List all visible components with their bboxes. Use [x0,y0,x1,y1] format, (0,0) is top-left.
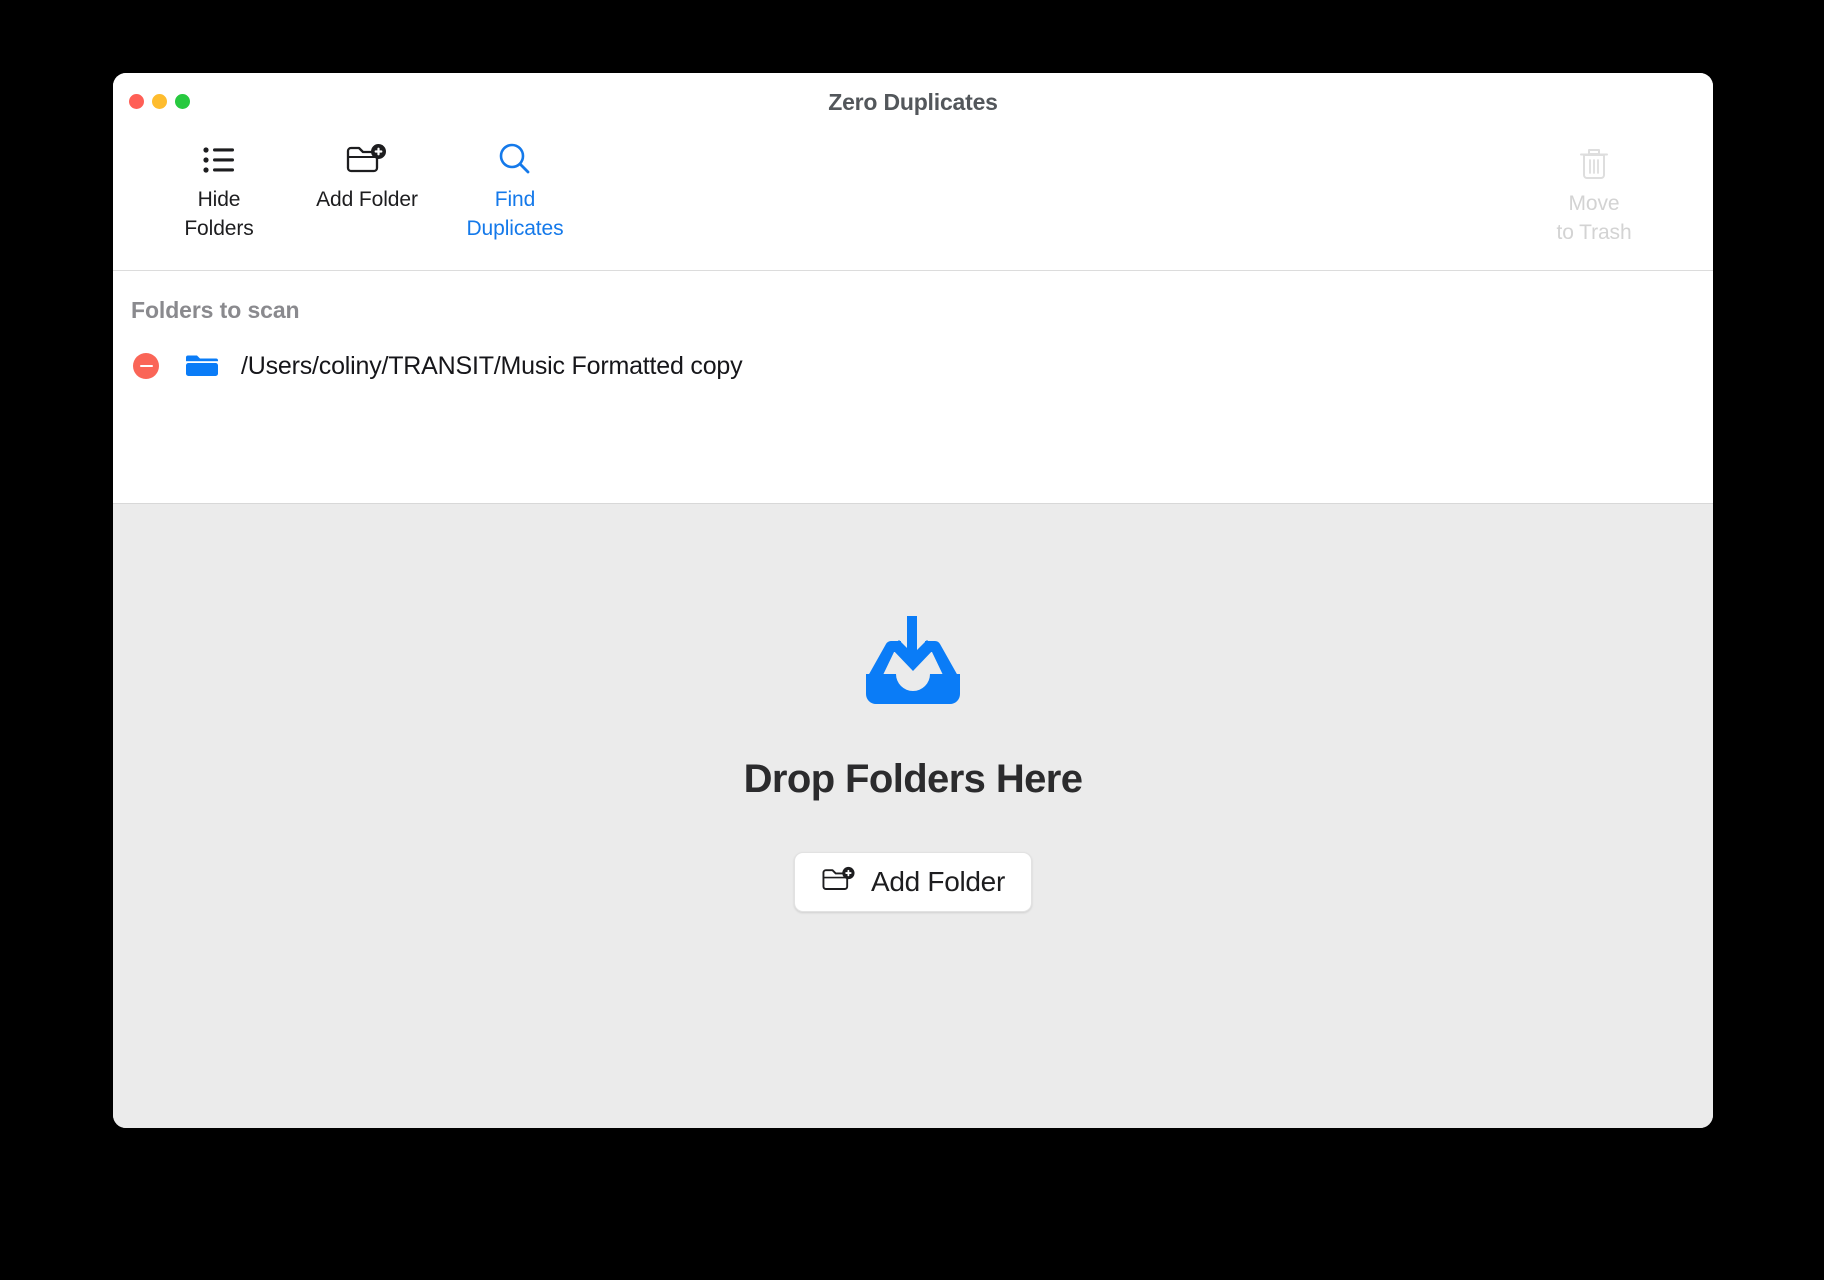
folder-path-label: /Users/coliny/TRANSIT/Music Formatted co… [241,351,743,380]
toolbar-item-add-folder[interactable]: Add Folder [293,135,441,212]
folders-to-scan-heading: Folders to scan [131,297,300,323]
app-window: Zero Duplicates Hide Folders Add Folder … [113,73,1713,1128]
drop-zone-title: Drop Folders Here [743,757,1083,801]
add-folder-button[interactable]: Add Folder [794,852,1032,912]
toolbar-label-find-duplicates-line1: Find [494,188,536,211]
toolbar-label-hide-folders-line2: Folders [184,217,254,240]
folder-icon [185,352,219,380]
toolbar-item-move-to-trash[interactable]: Move to Trash [1519,141,1669,245]
folders-to-scan-panel: Folders to scan /Users/coliny/TRANSIT/Mu… [113,271,1713,394]
folder-plus-icon [821,865,857,900]
trash-icon [1576,141,1612,187]
magnifier-icon [495,137,535,183]
tray-download-icon [858,604,968,719]
add-folder-button-label: Add Folder [871,866,1005,897]
page-title: Zero Duplicates [828,89,998,115]
toolbar-label-move-to-trash-line1: Move [1568,192,1620,215]
remove-folder-button[interactable] [133,353,159,379]
toolbar-label-add-folder-line1: Add Folder [316,188,418,211]
folder-plus-icon [345,137,389,183]
minus-icon [139,364,153,368]
toolbar-item-hide-folders[interactable]: Hide Folders [145,135,293,241]
title-bar: Zero Duplicates [113,73,1713,135]
toolbar-label-find-duplicates-line2: Duplicates [466,217,564,240]
toolbar-label-move-to-trash-line2: to Trash [1556,221,1632,244]
list-bullet-icon [202,137,236,183]
toolbar-item-find-duplicates[interactable]: Find Duplicates [441,135,589,241]
toolbar: Hide Folders Add Folder Find Duplicates … [113,135,1713,271]
drop-zone[interactable]: Drop Folders Here Add Folder [113,503,1713,1128]
toolbar-label-hide-folders-line1: Hide [197,188,241,211]
folder-list-item[interactable]: /Users/coliny/TRANSIT/Music Formatted co… [113,338,1713,394]
toolbar-left-group: Hide Folders Add Folder Find Duplicates [145,135,589,241]
